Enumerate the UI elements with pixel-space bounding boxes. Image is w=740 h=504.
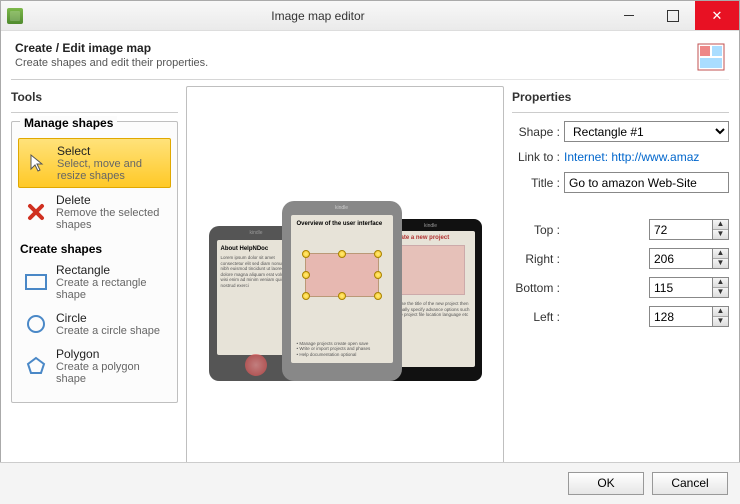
shape-label: Shape :	[512, 125, 560, 139]
properties-panel: Properties Shape : Rectangle #1 Link to …	[512, 86, 729, 474]
titlebar: Image map editor	[1, 1, 739, 31]
maximize-button[interactable]	[651, 1, 695, 30]
bottom-label: Bottom :	[512, 281, 560, 295]
tool-circle[interactable]: Circle Create a circle shape	[18, 306, 171, 342]
polygon-icon	[24, 354, 48, 378]
top-label: Top :	[512, 223, 560, 237]
title-input[interactable]	[564, 172, 729, 193]
imagemap-icon	[697, 43, 725, 71]
bottom-down[interactable]: ▼	[713, 288, 728, 298]
properties-title: Properties	[512, 86, 729, 113]
ok-button[interactable]: OK	[568, 472, 644, 495]
cursor-icon	[25, 151, 49, 175]
shape-select[interactable]: Rectangle #1	[564, 121, 729, 142]
tool-select[interactable]: Select Select, move and resize shapes	[18, 138, 171, 188]
left-label: Left :	[512, 310, 560, 324]
cancel-button[interactable]: Cancel	[652, 472, 728, 495]
header: Create / Edit image map Create shapes an…	[1, 31, 739, 79]
linkto-label: Link to :	[512, 150, 560, 164]
left-input[interactable]	[649, 306, 713, 327]
right-down[interactable]: ▼	[713, 259, 728, 269]
tool-rectangle[interactable]: Rectangle Create a rectangle shape	[18, 258, 171, 306]
linkto-link[interactable]: Internet: http://www.amaz	[564, 150, 729, 164]
title-label: Title :	[512, 176, 560, 190]
header-title: Create / Edit image map	[15, 41, 208, 55]
circle-icon	[24, 312, 48, 336]
top-down[interactable]: ▼	[713, 230, 728, 240]
header-subtitle: Create shapes and edit their properties.	[15, 57, 208, 69]
left-down[interactable]: ▼	[713, 317, 728, 327]
app-icon	[7, 8, 23, 24]
right-input[interactable]	[649, 248, 713, 269]
rectangle-icon	[24, 270, 48, 294]
window-title: Image map editor	[29, 9, 607, 23]
footer: OK Cancel	[0, 462, 740, 504]
create-shapes-title: Create shapes	[20, 242, 171, 256]
home-button-overlay	[245, 354, 267, 376]
selected-rectangle[interactable]	[305, 253, 379, 297]
ereader-center: kindle Overview of the user interface • …	[282, 201, 402, 381]
close-button[interactable]	[695, 1, 739, 30]
bottom-input[interactable]	[649, 277, 713, 298]
tools-title: Tools	[11, 86, 178, 113]
manage-shapes-title: Manage shapes	[20, 116, 117, 130]
rectangle-overlay	[397, 245, 465, 295]
tool-delete[interactable]: Delete Remove the selected shapes	[18, 188, 171, 236]
canvas-panel[interactable]: kindle About HelpNDoc Lorem ipsum dolor …	[186, 86, 504, 474]
right-label: Right :	[512, 252, 560, 266]
tool-polygon[interactable]: Polygon Create a polygon shape	[18, 342, 171, 390]
tools-panel: Tools Manage shapes Select Select, move …	[11, 86, 178, 474]
minimize-button[interactable]	[607, 1, 651, 30]
top-input[interactable]	[649, 219, 713, 240]
delete-icon	[24, 200, 48, 224]
